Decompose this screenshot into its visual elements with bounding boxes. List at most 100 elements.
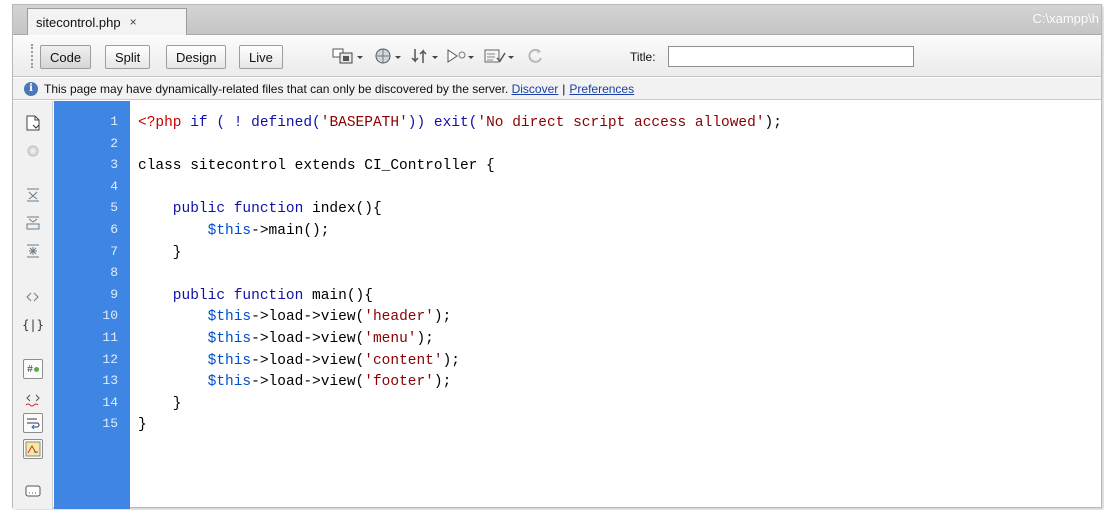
- info-message: This page may have dynamically-related f…: [44, 81, 509, 96]
- code-token: <?php: [138, 115, 182, 131]
- open-documents-icon[interactable]: [23, 113, 43, 133]
- code-token: 'No direct script access allowed': [477, 115, 765, 131]
- split-view-button[interactable]: Split: [105, 45, 151, 69]
- document-tab-label: sitecontrol.php: [36, 14, 121, 30]
- live-view-button[interactable]: Live: [239, 45, 283, 69]
- multiscreen-icon[interactable]: [331, 45, 365, 67]
- editor-window: sitecontrol.php × C:\xampp\h Code Split …: [12, 4, 1102, 509]
- code-token: ->load->view(: [251, 309, 365, 326]
- toolbar-grip[interactable]: [31, 44, 36, 68]
- line-number: 12: [102, 351, 118, 367]
- file-management-icon[interactable]: [410, 45, 440, 67]
- line-number: 11: [102, 330, 118, 345]
- code-token: }: [138, 417, 147, 434]
- code-token: $this: [207, 352, 252, 369]
- code-token: $this: [207, 374, 252, 391]
- line-number: 14: [102, 394, 118, 410]
- info-separator: |: [562, 81, 566, 96]
- line-number: 5: [110, 200, 118, 216]
- code-token: );: [416, 331, 434, 347]
- collapse-selection-icon[interactable]: [23, 213, 43, 233]
- design-view-button[interactable]: Design: [166, 45, 227, 69]
- preferences-link[interactable]: Preferences: [569, 82, 634, 96]
- document-title-input[interactable]: [668, 46, 914, 67]
- code-line: <?php if ( ! defined('BASEPATH')) exit('…: [138, 115, 782, 131]
- line-number: 13: [102, 373, 118, 389]
- highlight-invalid-code-icon[interactable]: [23, 391, 43, 411]
- code-token: ->load->view(: [251, 374, 365, 391]
- code-token: );: [433, 374, 452, 391]
- document-tab[interactable]: sitecontrol.php ×: [27, 8, 187, 35]
- show-code-navigator-icon[interactable]: [23, 141, 43, 161]
- document-tab-bar: sitecontrol.php × C:\xampp\h: [13, 5, 1101, 35]
- line-number: 2: [110, 135, 118, 151]
- code-token: );: [433, 309, 452, 326]
- line-number: 1: [110, 114, 118, 129]
- code-token: class sitecontrol extends CI_Controller …: [138, 158, 495, 175]
- debug-icon[interactable]: [445, 45, 477, 67]
- refresh-icon[interactable]: [525, 45, 545, 67]
- expand-all-icon[interactable]: [23, 241, 43, 261]
- collapse-full-tag-icon[interactable]: [23, 185, 43, 205]
- select-parent-tag-icon[interactable]: [23, 287, 43, 307]
- code-token: if ( ! defined(: [181, 115, 321, 131]
- code-token: public function: [138, 287, 313, 304]
- info-icon: i: [24, 81, 38, 96]
- code-token: main(){: [312, 287, 373, 304]
- code-line: }: [138, 396, 182, 412]
- coding-toolbar: {|} #: [13, 101, 53, 509]
- code-line: $this->load->view('menu');: [138, 331, 434, 347]
- code-line: $this->load->view('header');: [138, 309, 452, 326]
- discover-link[interactable]: Discover: [512, 82, 559, 96]
- code-token: ->main();: [251, 223, 330, 239]
- code-line: $this->main();: [138, 223, 330, 239]
- info-bar: i This page may have dynamically-related…: [13, 78, 1101, 100]
- code-token: 'footer': [364, 374, 434, 391]
- code-view-button[interactable]: Code: [40, 45, 92, 69]
- word-wrap-icon[interactable]: [23, 413, 43, 433]
- code-token: $this: [207, 331, 252, 347]
- code-line: $this->load->view('content');: [138, 353, 460, 369]
- line-number: 3: [110, 157, 118, 173]
- document-path: C:\xampp\h: [1032, 11, 1099, 26]
- code-token: 'content': [364, 352, 443, 369]
- code-token: );: [764, 115, 782, 131]
- title-label: Title:: [630, 50, 656, 64]
- code-line: $this->load->view('footer');: [138, 374, 452, 391]
- code-editor[interactable]: <?php if ( ! defined('BASEPATH')) exit('…: [138, 101, 1098, 509]
- code-token: $this: [207, 223, 252, 239]
- code-token: $this: [207, 309, 252, 326]
- line-numbers-icon[interactable]: #: [23, 359, 43, 379]
- validate-icon[interactable]: [483, 45, 517, 67]
- code-token: 'BASEPATH': [320, 115, 408, 131]
- line-number: 15: [102, 416, 118, 432]
- close-tab-icon[interactable]: ×: [130, 15, 137, 29]
- code-line: }: [138, 417, 147, 433]
- code-token: index(){: [312, 201, 382, 218]
- document-toolbar: Code Split Design Live Title:: [13, 36, 1101, 77]
- code-line: class sitecontrol extends CI_Controller …: [138, 158, 495, 174]
- code-token: }: [138, 244, 182, 261]
- line-number: 10: [102, 308, 118, 324]
- comment-icon[interactable]: [23, 481, 43, 501]
- line-number: 8: [110, 265, 118, 281]
- code-line: }: [138, 245, 182, 261]
- code-token: );: [442, 352, 460, 369]
- code-token: public function: [138, 201, 313, 218]
- line-number: 6: [110, 222, 118, 237]
- code-token: ->load->view(: [251, 352, 365, 369]
- line-number: 4: [110, 178, 118, 194]
- browser-preview-icon[interactable]: [373, 45, 403, 67]
- code-line: public function main(){: [138, 288, 373, 304]
- line-number-gutter: 1 2 3 4 5 6 7 8 9 10 11 12 13 14 15: [54, 101, 130, 509]
- balance-braces-icon[interactable]: {|}: [22, 315, 44, 335]
- line-number: 9: [110, 286, 118, 302]
- code-token: }: [138, 395, 182, 412]
- syntax-coloring-icon[interactable]: [23, 439, 43, 459]
- code-line: public function index(){: [138, 201, 382, 217]
